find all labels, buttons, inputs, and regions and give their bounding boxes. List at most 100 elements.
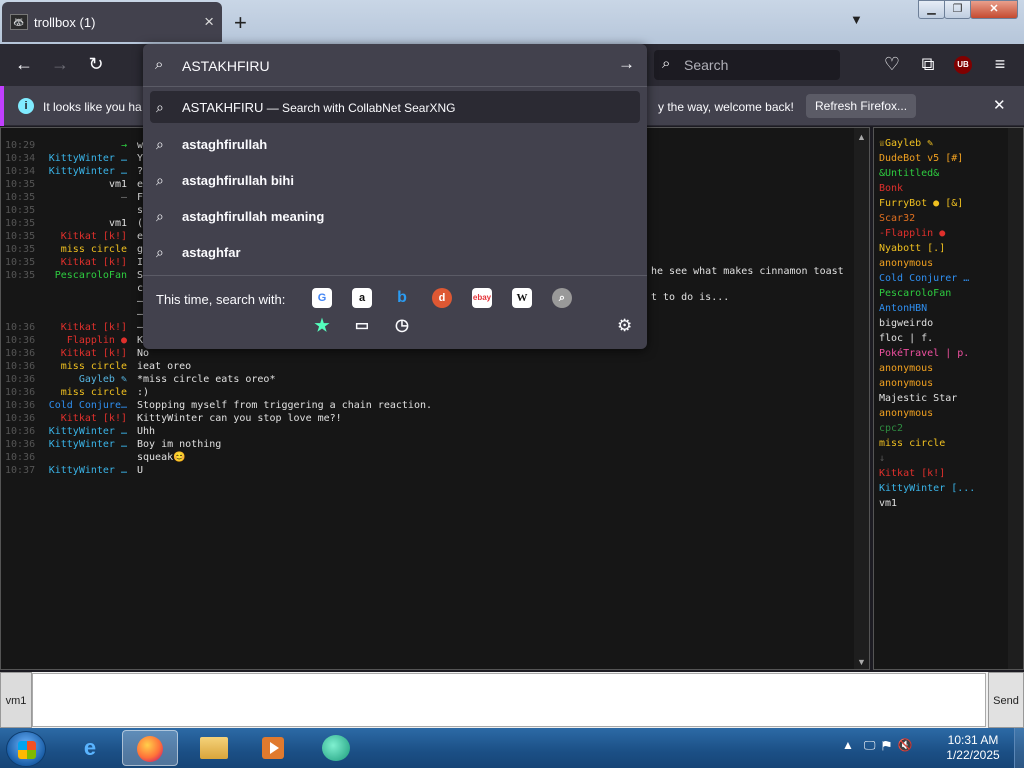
wikipedia-engine-icon[interactable]: W [512,288,532,308]
extensions-icon[interactable]: ⧉ [916,54,940,75]
user-list-item[interactable]: ↓ [879,453,885,464]
user-list-item[interactable]: anonymous [879,258,933,269]
message-nick[interactable]: Cold Conjure… [41,400,127,411]
browser-tab[interactable]: 🦝 trollbox (1) × [2,2,222,42]
message-nick[interactable]: Flapplin ● [41,335,127,346]
user-list-item[interactable]: DudeBot v5 [#] [879,153,963,164]
user-list-item[interactable]: Kitkat [k!] [879,468,945,479]
message-nick[interactable]: Kitkat [k!] [41,231,127,242]
reload-icon[interactable]: ↻ [84,54,108,75]
list-tabs-button[interactable]: ▼ [850,12,863,27]
message-nick[interactable]: KittyWinter … [41,166,127,177]
user-list-item[interactable]: Nyabott [.] [879,243,945,254]
message-nick[interactable]: miss circle [41,244,127,255]
message-nick[interactable]: KittyWinter … [41,426,127,437]
firefox-icon[interactable] [122,730,178,766]
message-nick[interactable]: vm1 [41,179,127,190]
media-player-icon[interactable] [244,730,300,766]
refresh-firefox-button[interactable]: Refresh Firefox... [806,94,917,118]
amazon-engine-icon[interactable]: a [352,288,372,308]
searxng-engine-icon[interactable]: ⌕ [552,288,572,308]
internet-explorer-icon[interactable]: e [62,730,118,766]
taskbar-clock[interactable]: 10:31 AM 1/22/2025 [940,733,1006,763]
suggestion-item[interactable]: ⌕ astaghfirullah bihi [150,164,640,196]
user-list-item[interactable]: anonymous [879,363,933,374]
chat-scrollbar[interactable]: ▲ ▼ [854,128,869,669]
notification-close-icon[interactable]: ✕ [993,96,1006,114]
duckduckgo-engine-icon[interactable]: d [432,288,452,308]
message-nick[interactable]: KittyWinter … [41,465,127,476]
user-list-item[interactable]: FurryBot ● [&] [879,198,963,209]
user-list-item[interactable]: miss circle [879,438,945,449]
user-list-item[interactable]: floc | f. [879,333,933,344]
ebay-engine-icon[interactable]: ebay [472,288,492,308]
message-nick[interactable]: PescaroloFan [41,270,127,281]
google-engine-icon[interactable]: G [312,288,332,308]
user-list-item[interactable]: anonymous [879,378,933,389]
user-list-item[interactable]: &Untitled& [879,168,939,179]
ublock-icon[interactable]: UB [954,56,972,74]
scroll-up-icon[interactable]: ▲ [857,132,866,142]
user-list-item[interactable]: Bonk [879,183,903,194]
user-list-item[interactable]: Majestic Star [879,393,957,404]
search-bar[interactable]: ⌕ Search [654,50,840,80]
clock-time: 10:31 AM [947,733,999,747]
history-clock-icon[interactable]: ◷ [392,316,412,336]
suggestion-item[interactable]: ⌕ astaghfirullah meaning [150,200,640,232]
bookmarks-star-icon[interactable]: ★ [312,316,332,336]
tab-close-icon[interactable]: × [204,12,214,32]
suggestion-text: astaghfirullah meaning [182,209,325,224]
user-list-item[interactable]: cpc2 [879,423,903,434]
message-nick[interactable]: Gayleb ✎ [41,374,127,385]
user-list-item[interactable]: -Flapplin ● [879,228,945,239]
app-icon[interactable] [308,730,364,766]
suggestion-item[interactable]: ⌕ ASTAKHFIRU — Search with CollabNet Sea… [150,91,640,123]
new-tab-button[interactable]: + [234,10,247,36]
nickname-label[interactable]: vm1 [0,672,32,728]
send-button[interactable]: Send [988,672,1024,728]
show-desktop-button[interactable] [1014,728,1024,768]
message-nick[interactable]: Kitkat [k!] [41,348,127,359]
message-nick[interactable]: miss circle [41,387,127,398]
user-list-item[interactable]: vm1 [879,498,897,509]
url-input[interactable]: ⌕ ASTAKHFIRU → [143,44,647,86]
user-list-item[interactable]: anonymous [879,408,933,419]
message-time: 10:36 [5,361,36,372]
message-nick[interactable]: KittyWinter … [41,439,127,450]
user-list-item[interactable]: KittyWinter [... [879,483,975,494]
suggestion-item[interactable]: ⌕ astaghfar [150,236,640,268]
user-list-item[interactable]: AntonHBN [879,303,927,314]
go-arrow-icon[interactable]: → [618,54,635,74]
file-explorer-icon[interactable] [186,730,242,766]
message-nick[interactable]: Kitkat [k!] [41,322,127,333]
message-nick[interactable]: miss circle [41,361,127,372]
pocket-icon[interactable]: ♡ [880,54,904,75]
user-list-item[interactable]: ♕Gayleb ✎ [879,138,933,149]
message-input[interactable] [32,673,986,727]
user-list-item[interactable]: Cold Conjurer … [879,273,969,284]
back-icon[interactable]: ← [12,54,36,75]
message-nick[interactable]: Kitkat [k!] [41,257,127,268]
suggestion-item[interactable]: ⌕ astaghfirullah [150,128,640,160]
user-list-item[interactable]: PescaroloFan [879,288,951,299]
message-nick[interactable]: KittyWinter … [41,153,127,164]
user-list-item[interactable]: bigweirdo [879,318,933,329]
search-settings-gear-icon[interactable]: ⚙ [617,316,632,336]
user-list-scrollbar[interactable] [1008,128,1023,669]
message-nick[interactable]: → [41,140,127,151]
tabs-icon[interactable]: ▭ [352,316,372,336]
window-minimize-button[interactable]: ▁ [918,0,945,19]
window-maximize-button[interactable]: ❐ [944,0,971,19]
message-nick[interactable]: Kitkat [k!] [41,413,127,424]
system-tray[interactable]: ▲ 🖵 ⚑ 🔇 [842,738,912,753]
bing-engine-icon[interactable]: b [392,288,412,308]
menu-icon[interactable]: ≡ [988,54,1012,75]
user-list-item[interactable]: PokéTravel | p. [879,348,969,359]
message-nick[interactable]: — [41,192,127,203]
message-nick[interactable]: vm1 [41,218,127,229]
start-button[interactable] [6,731,46,767]
window-close-button[interactable]: ✕ [970,0,1018,19]
scroll-down-icon[interactable]: ▼ [857,657,866,667]
forward-icon[interactable]: → [48,54,72,75]
user-list-item[interactable]: Scar32 [879,213,915,224]
